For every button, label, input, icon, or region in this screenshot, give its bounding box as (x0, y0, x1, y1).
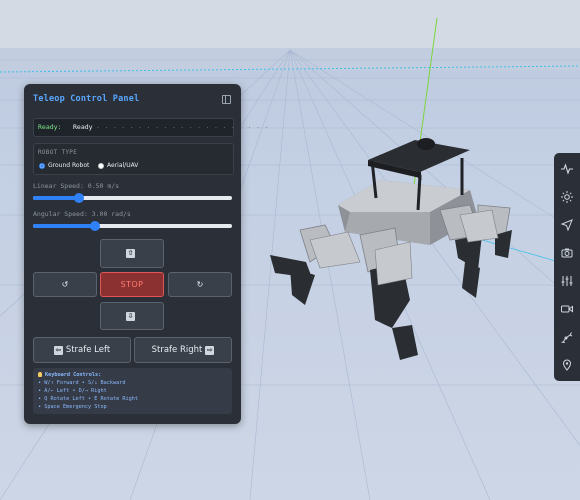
stop-label: STOP (120, 280, 144, 289)
backward-button[interactable]: ⇩ (100, 302, 164, 330)
panel-header: Teleop Control Panel (24, 84, 241, 114)
forward-button[interactable]: ⇧ (100, 239, 164, 268)
navigate-icon[interactable] (558, 216, 576, 234)
linear-speed-handle[interactable] (73, 193, 84, 203)
linear-speed-fill (33, 196, 79, 200)
strafe-right-label: Strafe Right (151, 345, 203, 355)
sun-icon[interactable] (558, 188, 576, 206)
angular-speed-handle[interactable] (89, 221, 100, 231)
rotate-left-button[interactable]: ↺ (33, 272, 97, 297)
video-icon[interactable] (558, 300, 576, 318)
panel-title: Teleop Control Panel (33, 94, 140, 104)
angular-speed-label: Angular Speed: 3.00 rad/s (33, 210, 131, 218)
angular-speed-slider[interactable] (33, 221, 232, 231)
keyboard-help-line: • Q Rotate Left • E Rotate Right (38, 396, 138, 402)
arrow-right-icon: ⇨ (205, 345, 215, 355)
status-bar: Ready: Ready . . . . . . . . . . . . . .… (33, 118, 268, 137)
strafe-right-button[interactable]: Strafe Right ⇨ (134, 337, 232, 363)
keyboard-help-line: • W/↑ Forward • S/↓ Backward (38, 380, 126, 386)
stop-button[interactable]: STOP (100, 272, 164, 297)
radio-aerial-uav-label: Aerial/UAV (107, 162, 139, 169)
right-toolbar (554, 153, 580, 381)
map-pin-icon[interactable] (558, 356, 576, 374)
status-label: Ready: (38, 123, 62, 131)
arrow-left-icon: ⇦ (53, 345, 63, 355)
lightbulb-icon (38, 372, 42, 377)
keyboard-help-line: • Space Emergency Stop (38, 404, 107, 410)
status-indicator-dots: . . . . . . . . . . . . . . . . . . . . … (96, 122, 269, 130)
keyboard-controls-title-row: Keyboard Controls: (38, 372, 101, 378)
radio-aerial-uav[interactable]: Aerial/UAV (98, 162, 138, 169)
radio-ground-robot[interactable]: Ground Robot (39, 162, 89, 169)
keyboard-controls-title: Keyboard Controls: (45, 372, 102, 378)
radio-selected-icon[interactable] (39, 162, 45, 169)
linear-speed-slider[interactable] (33, 193, 232, 203)
keyboard-help-line: • A/← Left • D/→ Right (38, 388, 107, 394)
sliders-icon[interactable] (558, 272, 576, 290)
pulse-icon[interactable] (558, 160, 576, 178)
strafe-left-button[interactable]: ⇦ Strafe Left (33, 337, 131, 363)
teleop-control-panel: Teleop Control Panel Ready: Ready . . . … (24, 84, 268, 424)
rotate-left-icon: ↺ (61, 280, 69, 289)
status-value: Ready (73, 123, 93, 131)
robot-type-label: ROBOT TYPE (38, 149, 78, 156)
robot-arm-icon[interactable] (558, 328, 576, 346)
robot-model (270, 138, 512, 360)
arrow-up-icon: ⇧ (126, 249, 135, 258)
strafe-left-label: Strafe Left (65, 345, 111, 355)
camera-icon[interactable] (558, 244, 576, 262)
keyboard-controls-help: Keyboard Controls: • W/↑ Forward • S/↓ B… (33, 368, 232, 414)
robot-type-selector: ROBOT TYPE Ground Robot Aerial/UAV (33, 143, 234, 175)
rotate-right-icon: ↻ (196, 280, 204, 289)
linear-speed-label: Linear Speed: 0.50 m/s (33, 182, 120, 190)
rotate-right-button[interactable]: ↻ (168, 272, 232, 297)
radio-ground-robot-label: Ground Robot (48, 162, 90, 169)
angular-speed-fill (33, 224, 95, 228)
arrow-down-icon: ⇩ (126, 311, 135, 321)
collapse-panel-icon[interactable] (222, 95, 231, 104)
radio-unselected-icon[interactable] (98, 162, 104, 169)
